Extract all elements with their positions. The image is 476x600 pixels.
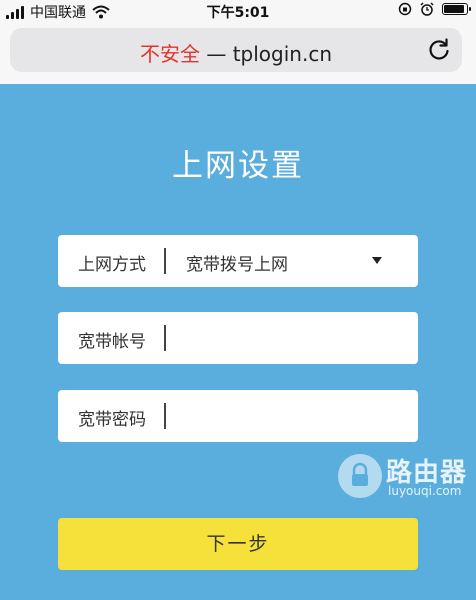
field-divider	[164, 248, 166, 274]
router-setup-page: 上网设置 上网方式 宽带拨号上网 宽带帐号 宽带密码 下一步	[0, 84, 476, 600]
account-input[interactable]	[164, 312, 418, 364]
status-right	[398, 2, 471, 16]
browser-toolbar: 不安全 — tplogin.cn	[0, 22, 476, 84]
reload-icon[interactable]	[426, 37, 452, 63]
watermark-logo-icon	[338, 454, 382, 498]
security-warning: 不安全	[139, 42, 200, 66]
url-separator: —	[206, 42, 227, 66]
connection-type-value: 宽带拨号上网	[186, 255, 288, 275]
watermark: 路由器 luyouqi.com	[334, 452, 474, 512]
dropdown-arrow-icon[interactable]	[372, 257, 382, 264]
next-button[interactable]: 下一步	[58, 518, 418, 570]
url-display[interactable]: 不安全 — tplogin.cn	[10, 38, 462, 67]
watermark-url: luyouqi.com	[388, 484, 462, 498]
url-domain: tplogin.cn	[232, 42, 332, 66]
connection-type-label: 上网方式	[78, 255, 146, 275]
status-bar: 中国联通 下午5:01	[0, 0, 476, 22]
alarm-icon	[420, 2, 434, 16]
password-field-row: 宽带密码	[58, 390, 418, 442]
password-input[interactable]	[164, 390, 418, 442]
page-title: 上网设置	[172, 148, 304, 184]
orientation-lock-icon	[398, 2, 412, 16]
account-label: 宽带帐号	[78, 332, 146, 352]
account-field-row: 宽带帐号	[58, 312, 418, 364]
address-bar[interactable]: 不安全 — tplogin.cn	[10, 28, 462, 72]
connection-type-select[interactable]: 上网方式 宽带拨号上网	[58, 235, 418, 287]
password-label: 宽带密码	[78, 410, 146, 430]
battery-icon	[442, 3, 471, 15]
